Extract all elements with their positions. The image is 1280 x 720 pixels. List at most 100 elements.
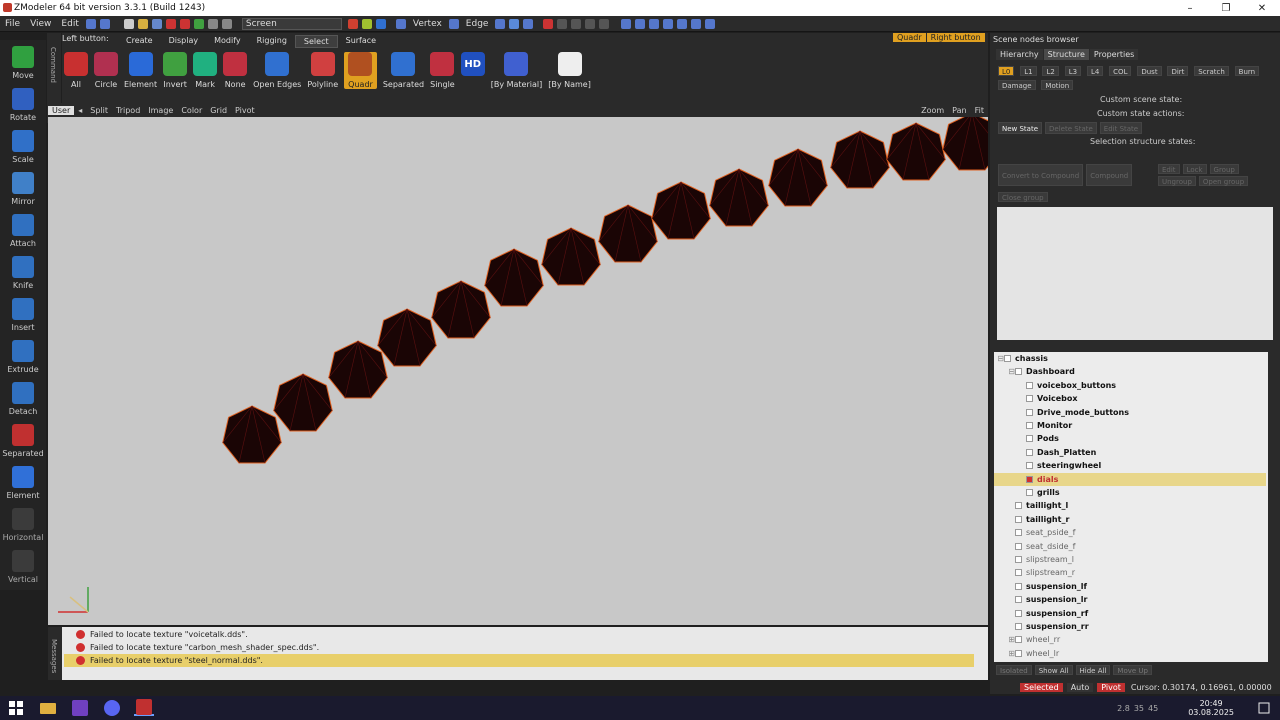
mesh-dial-element[interactable] [431, 280, 491, 339]
mesh-dial-element[interactable] [541, 227, 601, 286]
view-split[interactable]: Split [86, 106, 112, 115]
burn-chip[interactable]: Burn [1234, 66, 1260, 76]
mesh-dial-element[interactable] [484, 248, 544, 307]
scale-tool[interactable]: Scale [0, 124, 46, 166]
visibility-checkbox[interactable] [1015, 502, 1022, 510]
visibility-checkbox[interactable] [1015, 636, 1022, 644]
message-row-selected[interactable]: Failed to locate texture "steel_normal.d… [64, 654, 974, 667]
grid-icon[interactable] [207, 18, 218, 29]
fit-control[interactable]: Fit [971, 106, 988, 115]
separated-tool[interactable]: Separated [0, 418, 46, 460]
object-mode-icon[interactable] [523, 18, 534, 29]
tree-node[interactable]: grills [994, 486, 1266, 499]
vertex-mode-label[interactable]: Vertex [408, 19, 447, 29]
snap-icon[interactable] [221, 18, 232, 29]
tree-node-selected[interactable]: dials [994, 472, 1266, 486]
new-file-icon[interactable] [123, 18, 134, 29]
visibility-checkbox[interactable] [1015, 569, 1022, 577]
tree-node[interactable]: Pods [994, 432, 1266, 445]
dust-chip[interactable]: Dust [1137, 66, 1162, 76]
tree-node[interactable]: suspension_rr [994, 620, 1266, 633]
compound-button[interactable]: Compound [1086, 164, 1133, 186]
tab-select[interactable]: Select [294, 35, 338, 48]
tab-display[interactable]: Display [161, 35, 207, 48]
file-explorer-icon[interactable] [38, 700, 58, 716]
visibility-checkbox[interactable] [1026, 381, 1033, 389]
select-polyline-button[interactable]: Polyline [307, 52, 338, 89]
tree-node[interactable]: ⊞ wheel_lr [994, 647, 1266, 660]
visibility-checkbox[interactable] [1026, 448, 1033, 456]
tree-node[interactable]: suspension_rf [994, 607, 1266, 620]
message-row[interactable]: Failed to locate texture "carbon_mesh_sh… [64, 641, 974, 654]
visibility-checkbox[interactable] [1026, 462, 1033, 470]
light-icon[interactable] [557, 18, 568, 29]
ungroup-button[interactable]: Ungroup [1158, 176, 1196, 186]
visibility-checkbox[interactable] [1015, 582, 1022, 590]
select-by-material-button[interactable]: [By Material] [491, 52, 542, 89]
menu-file[interactable]: File [0, 19, 25, 29]
menu-edit[interactable]: Edit [56, 19, 83, 29]
material-icon[interactable] [543, 18, 554, 29]
move-up-button[interactable]: Move Up [1113, 665, 1152, 675]
tab-structure[interactable]: Structure [1043, 49, 1089, 60]
vertical-tool[interactable]: Vertical [0, 544, 46, 586]
mesh-dial-element[interactable] [598, 204, 658, 263]
tree-node[interactable]: ⊟ Dashboard [994, 365, 1266, 378]
select-single-button[interactable]: Single [430, 52, 455, 89]
mesh-dial-element[interactable] [768, 148, 828, 207]
visibility-checkbox[interactable] [1026, 489, 1033, 496]
edge-mode-icon[interactable] [448, 18, 459, 29]
move-tool[interactable]: Move [0, 40, 46, 82]
close-group-button[interactable]: Close group [998, 192, 1048, 202]
element-mode-icon[interactable] [509, 18, 520, 29]
select-invert-button[interactable]: Invert [163, 52, 188, 89]
scratch-chip[interactable]: Scratch [1194, 66, 1229, 76]
undo-icon[interactable] [165, 18, 176, 29]
visual-studio-icon[interactable] [70, 700, 90, 716]
convert-to-compound-button[interactable]: Convert to Compound [998, 164, 1084, 186]
view-grid[interactable]: Grid [206, 106, 231, 115]
texture-icon[interactable] [677, 18, 688, 29]
minimize-button[interactable]: – [1172, 0, 1208, 16]
close-button[interactable]: ✕ [1244, 0, 1280, 16]
visibility-checkbox[interactable] [1015, 368, 1022, 376]
col-chip[interactable]: COL [1109, 66, 1132, 76]
tree-node[interactable]: steeringwheel [994, 459, 1266, 472]
backface-icon[interactable] [705, 18, 716, 29]
tab-rigging[interactable]: Rigging [249, 35, 295, 48]
visibility-checkbox[interactable] [1026, 422, 1033, 429]
notifications-icon[interactable] [1254, 700, 1274, 716]
lod-l4-chip[interactable]: L4 [1086, 66, 1104, 76]
zoom-control[interactable]: Zoom [917, 106, 948, 115]
open-file-icon[interactable] [137, 18, 148, 29]
view-icon[interactable] [621, 18, 632, 29]
tree-node[interactable]: slipstream_l [994, 553, 1266, 566]
view-pivot[interactable]: Pivot [231, 106, 259, 115]
vertex-mode-icon[interactable] [395, 18, 406, 29]
visibility-checkbox[interactable] [1026, 435, 1033, 443]
tab-surface[interactable]: Surface [338, 35, 384, 48]
select-separated-button[interactable]: Separated [383, 52, 424, 89]
tab-properties[interactable]: Properties [1089, 49, 1139, 60]
tree-node[interactable]: Monitor [994, 419, 1266, 432]
mirror-tool[interactable]: Mirror [0, 166, 46, 208]
tab-create[interactable]: Create [118, 35, 161, 48]
message-row[interactable]: Failed to locate texture "voicetalk.dds"… [64, 628, 974, 641]
tree-node[interactable]: Voicebox [994, 392, 1266, 405]
visibility-checkbox[interactable] [1015, 556, 1022, 563]
show-all-button[interactable]: Show All [1034, 665, 1073, 675]
mesh-dial-element[interactable] [709, 168, 769, 227]
tree-node[interactable]: Dash_Platten [994, 446, 1266, 459]
lod-l1-chip[interactable]: L1 [1020, 66, 1037, 76]
hide-all-button[interactable]: Hide All [1075, 665, 1111, 675]
visibility-checkbox[interactable] [1026, 408, 1033, 416]
render-icon[interactable] [635, 18, 646, 29]
visibility-checkbox[interactable] [1015, 529, 1022, 537]
detach-tool[interactable]: Detach [0, 376, 46, 418]
axis-x-icon[interactable] [347, 18, 358, 29]
mesh-dial-element[interactable] [222, 405, 282, 464]
visibility-checkbox[interactable] [1015, 515, 1022, 523]
damage-dropdown[interactable]: Damage [998, 80, 1036, 90]
visibility-checkbox[interactable] [1004, 355, 1011, 362]
tree-expander-icon[interactable]: ⊞ [994, 635, 1015, 644]
